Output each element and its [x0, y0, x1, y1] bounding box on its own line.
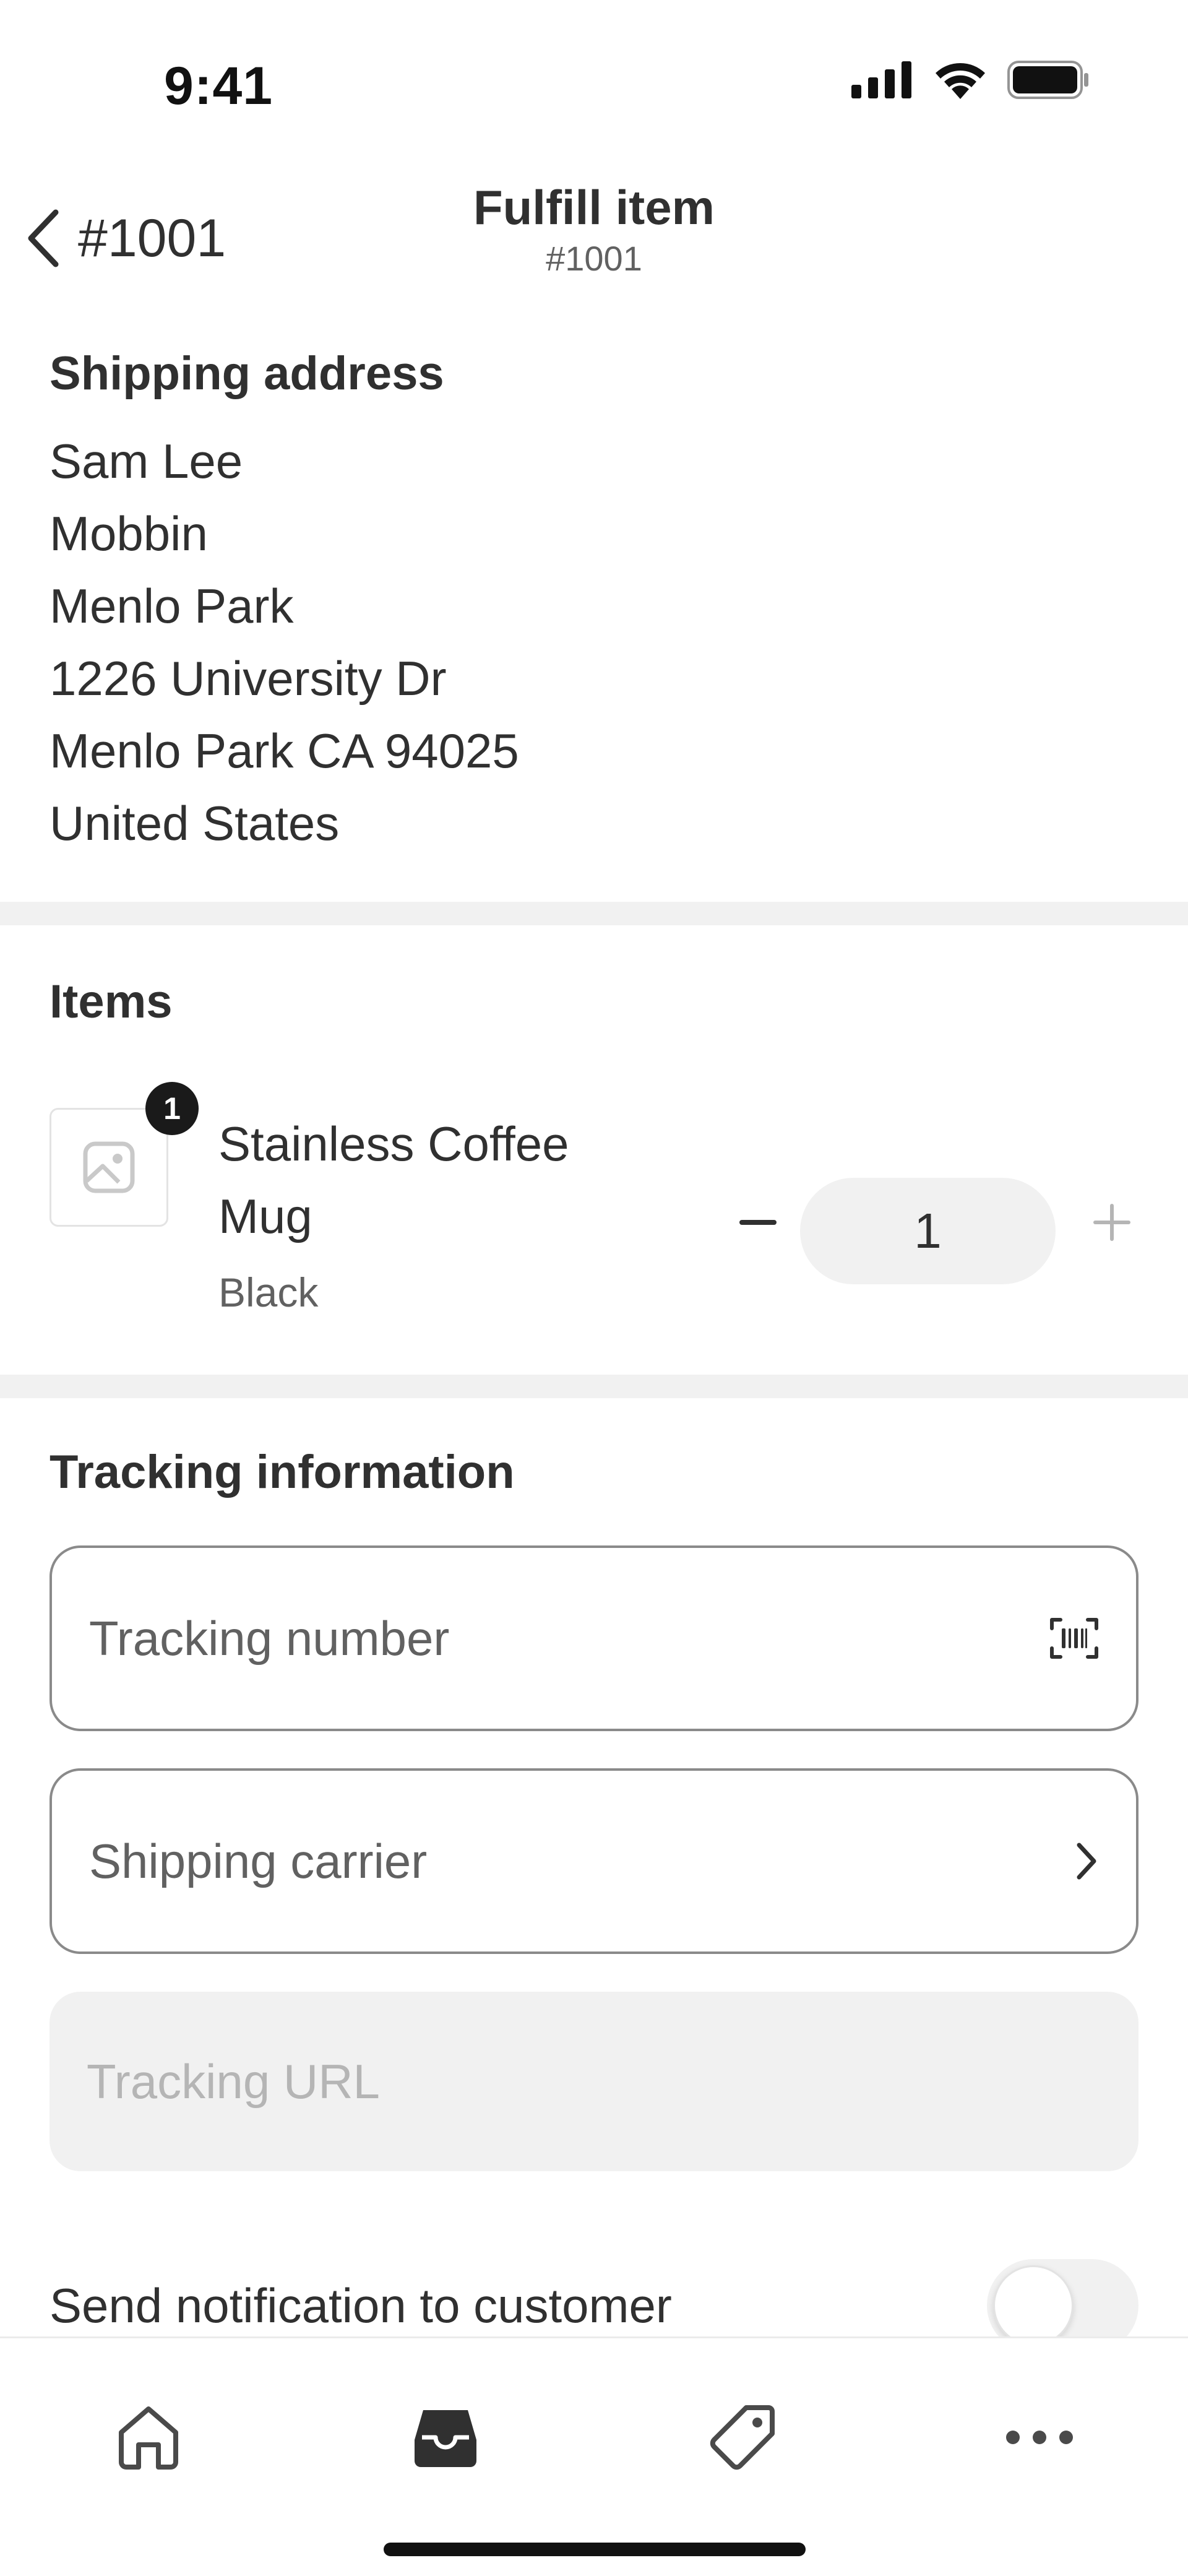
- fulfill-item-screen: 9:41 #1001 Fulfill item #1001 Shipping a…: [0, 0, 1188, 2576]
- shipping-address-section: Shipping address Sam Lee Mobbin Menlo Pa…: [50, 347, 1138, 860]
- status-icons: [851, 61, 1089, 99]
- nav-header: #1001 Fulfill item #1001: [0, 161, 1188, 297]
- shipping-carrier-field[interactable]: Shipping carrier: [50, 1768, 1138, 1954]
- address-city-line: Menlo Park: [50, 579, 294, 633]
- section-divider: [0, 902, 1188, 925]
- tracking-number-placeholder: Tracking number: [89, 1610, 450, 1666]
- barcode-scan-icon[interactable]: [1049, 1617, 1099, 1659]
- tab-bar: [0, 2336, 1188, 2576]
- decrement-button[interactable]: [724, 1188, 792, 1256]
- items-heading: Items: [50, 975, 173, 1028]
- product-thumbnail: [50, 1108, 168, 1227]
- tracking-section: Tracking information Tracking number Shi…: [50, 1445, 1138, 2171]
- status-time: 9:41: [164, 56, 273, 116]
- address-country: United States: [50, 796, 340, 850]
- items-section: Items 1 Stainless Coffee Mug Black 1: [50, 975, 1138, 1315]
- page-title: Fulfill item: [473, 180, 715, 235]
- item-variant: Black: [218, 1269, 319, 1315]
- line-item: 1 Stainless Coffee Mug Black 1: [50, 1082, 1138, 1318]
- chevron-right-icon: [1077, 1843, 1096, 1880]
- home-indicator: [384, 2543, 806, 2556]
- tracking-heading: Tracking information: [50, 1446, 515, 1498]
- shipping-address-heading: Shipping address: [50, 347, 444, 400]
- wifi-icon: [936, 63, 985, 99]
- image-placeholder-icon: [83, 1141, 135, 1193]
- page-subtitle: #1001: [546, 239, 642, 278]
- tab-products[interactable]: [687, 2382, 798, 2493]
- tracking-url-placeholder: Tracking URL: [87, 2054, 380, 2109]
- cellular-signal-icon: [851, 61, 911, 98]
- section-divider: [0, 1375, 1188, 1398]
- home-icon: [119, 2406, 178, 2470]
- tab-orders[interactable]: [390, 2382, 501, 2493]
- minus-icon: [739, 1220, 777, 1225]
- tab-home[interactable]: [93, 2382, 204, 2493]
- increment-button[interactable]: [1078, 1188, 1146, 1256]
- notification-label: Send notification to customer: [50, 2278, 672, 2333]
- battery-icon: [1007, 61, 1088, 99]
- address-city-state-zip: Menlo Park CA 94025: [50, 724, 519, 778]
- address-name: Sam Lee: [50, 434, 243, 488]
- quantity-stepper[interactable]: 1: [800, 1178, 1056, 1284]
- address-lines: Sam Lee Mobbin Menlo Park 1226 Universit…: [50, 425, 1138, 860]
- status-bar: 9:41: [0, 0, 1188, 142]
- tab-more[interactable]: [984, 2382, 1095, 2493]
- address-company: Mobbin: [50, 506, 208, 561]
- address-street: 1226 University Dr: [50, 651, 447, 706]
- quantity-badge: 1: [145, 1082, 199, 1135]
- plus-icon: [1093, 1204, 1130, 1241]
- shipping-carrier-placeholder: Shipping carrier: [89, 1833, 428, 1888]
- tracking-number-field[interactable]: Tracking number: [50, 1545, 1138, 1731]
- more-icon: [1006, 2431, 1073, 2444]
- products-tag-icon: [710, 2405, 775, 2470]
- tracking-url-field[interactable]: Tracking URL: [50, 1992, 1138, 2171]
- toggle-knob: [993, 2265, 1074, 2346]
- orders-inbox-icon: [415, 2410, 476, 2467]
- item-title: Stainless Coffee Mug: [218, 1117, 569, 1243]
